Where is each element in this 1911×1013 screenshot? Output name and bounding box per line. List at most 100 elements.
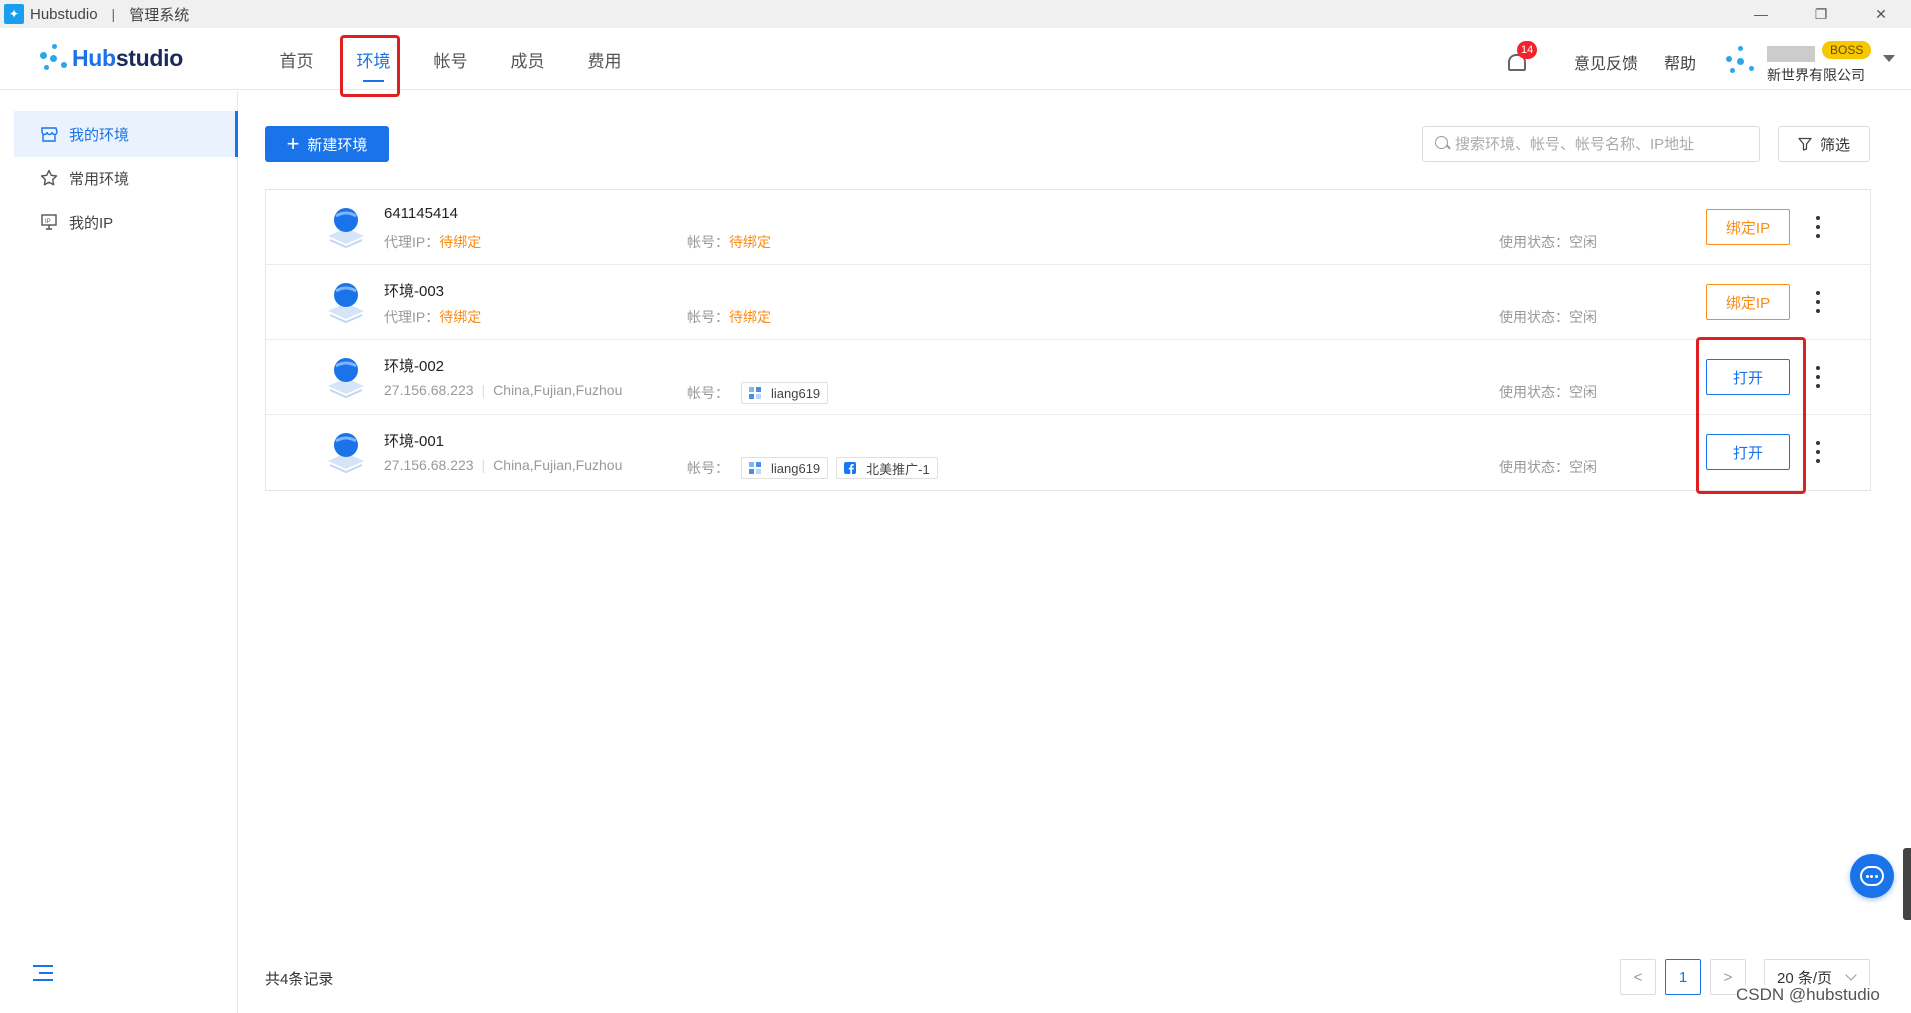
environment-row[interactable]: 环境-003 代理IP： 待绑定 帐号： 待绑定 使用状态：空闲 绑定IP	[266, 265, 1870, 340]
sidebar-collapse-icon[interactable]	[33, 965, 53, 981]
environment-list: 641145414 代理IP： 待绑定 帐号： 待绑定 使用状态：空闲 绑定IP 环…	[265, 189, 1871, 491]
watermark: CSDN @hubstudio	[1736, 985, 1880, 1005]
user-menu-caret-icon[interactable]	[1883, 55, 1895, 62]
chat-support-button[interactable]	[1850, 854, 1894, 898]
proxy-pending: 待绑定	[439, 234, 482, 250]
filter-button[interactable]: 筛选	[1778, 126, 1870, 162]
chat-bubble-icon	[1860, 866, 1884, 886]
hubstudio-logo[interactable]: Hubstudio	[38, 42, 183, 74]
environment-name: 环境-003	[384, 283, 445, 300]
nav-annotation-box	[340, 35, 400, 97]
notification-bell-icon[interactable]: 14	[1505, 41, 1538, 76]
environment-name: 环境-002	[384, 358, 445, 375]
proxy-info: 27.156.68.223 | China,Fujian,Fuzhou	[384, 457, 623, 473]
title-separator: |	[111, 6, 116, 22]
logo-network-icon	[38, 42, 70, 74]
filter-label: 筛选	[1819, 136, 1850, 154]
account-tag[interactable]: liang619	[741, 382, 829, 404]
environment-row[interactable]: 641145414 代理IP： 待绑定 帐号： 待绑定 使用状态：空闲 绑定IP	[266, 190, 1870, 265]
more-options-icon[interactable]	[1814, 216, 1822, 238]
usage-status: 使用状态：空闲	[1499, 234, 1597, 250]
search-box[interactable]	[1422, 126, 1760, 162]
account-tag[interactable]: liang619	[741, 457, 829, 479]
usage-status: 使用状态：空闲	[1499, 384, 1597, 400]
proxy-ip: 27.156.68.223	[384, 457, 474, 473]
browser-globe-icon	[328, 358, 364, 399]
new-environment-label: 新建环境	[307, 136, 368, 154]
environment-name: 641145414	[384, 205, 458, 222]
user-avatar[interactable]	[1722, 42, 1758, 78]
window-titlebar: ✦ Hubstudio | 管理系统 — ❐ ✕	[0, 0, 1911, 28]
proxy-location: China,Fujian,Fuzhou	[493, 457, 623, 473]
account-grid-icon	[749, 462, 761, 474]
minimize-button[interactable]: —	[1731, 0, 1791, 28]
account-pending: 待绑定	[729, 309, 771, 325]
bind-ip-button[interactable]: 绑定IP	[1706, 284, 1790, 320]
more-options-icon[interactable]	[1814, 441, 1822, 463]
help-link[interactable]: 帮助	[1664, 50, 1696, 74]
main-nav: 首页 环境 帐号 成员 费用	[258, 28, 643, 90]
sidebar-item-label: 常用环境	[69, 170, 130, 188]
account-info: 帐号： liang619 北美推广-1	[687, 457, 946, 479]
sidebar-item-label: 我的IP	[69, 214, 114, 232]
proxy-info: 代理IP： 待绑定	[384, 309, 482, 325]
ip-monitor-icon: IP	[39, 212, 59, 232]
environment-row[interactable]: 环境-001 27.156.68.223 | China,Fujian,Fuzhou…	[266, 415, 1870, 490]
sidebar-item-my-ip[interactable]: IP 我的IP	[14, 199, 238, 245]
usage-status: 使用状态：空闲	[1499, 459, 1597, 475]
bind-ip-button[interactable]: 绑定IP	[1706, 209, 1790, 245]
nav-billing[interactable]: 费用	[566, 28, 643, 90]
environment-row[interactable]: 环境-002 27.156.68.223 | China,Fujian,Fuzhou…	[266, 340, 1870, 415]
star-icon	[39, 168, 59, 188]
total-records: 共4条记录	[265, 971, 334, 988]
environment-name: 环境-001	[384, 433, 445, 450]
proxy-info: 代理IP： 待绑定	[384, 234, 482, 250]
sidebar: 我的环境 常用环境 IP 我的IP	[0, 91, 238, 1013]
app-name: Hubstudio	[30, 5, 98, 23]
browser-globe-icon	[328, 433, 364, 474]
account-info: 帐号： liang619	[687, 382, 836, 404]
account-grid-icon	[749, 387, 761, 399]
plus-icon: +	[286, 131, 300, 156]
more-options-icon[interactable]	[1814, 291, 1822, 313]
notification-badge: 14	[1517, 41, 1538, 59]
user-name-redacted	[1767, 46, 1815, 62]
filter-icon	[1798, 137, 1812, 151]
restore-button[interactable]: ❐	[1791, 0, 1851, 28]
chevron-down-icon	[1845, 969, 1857, 981]
feedback-link[interactable]: 意见反馈	[1574, 50, 1638, 74]
logo-text: Hubstudio	[72, 44, 184, 71]
account-tag[interactable]: 北美推广-1	[836, 457, 938, 479]
nav-accounts[interactable]: 帐号	[412, 28, 489, 90]
proxy-ip: 27.156.68.223	[384, 382, 474, 398]
nav-home[interactable]: 首页	[258, 28, 335, 90]
account-info: 帐号： 待绑定	[687, 234, 771, 250]
company-name: 新世界有限公司	[1767, 67, 1865, 83]
sidebar-item-my-environments[interactable]: 我的环境	[14, 111, 238, 157]
proxy-pending: 待绑定	[439, 309, 482, 325]
account-info: 帐号： 待绑定	[687, 309, 771, 325]
search-icon	[1435, 136, 1451, 152]
search-input[interactable]	[1455, 135, 1759, 153]
close-button[interactable]: ✕	[1851, 0, 1911, 28]
side-drawer-handle[interactable]	[1903, 848, 1911, 920]
facebook-icon	[844, 462, 857, 474]
browser-globe-icon	[328, 283, 364, 324]
more-options-icon[interactable]	[1814, 366, 1822, 388]
browser-globe-icon	[328, 208, 364, 249]
proxy-location: China,Fujian,Fuzhou	[493, 382, 623, 398]
page-1-button[interactable]: 1	[1665, 959, 1701, 995]
svg-text:IP: IP	[45, 219, 51, 225]
sidebar-item-frequent-environments[interactable]: 常用环境	[14, 155, 238, 201]
new-environment-button[interactable]: + 新建环境	[265, 126, 389, 162]
role-badge: BOSS	[1822, 41, 1872, 59]
shop-icon	[39, 124, 59, 144]
app-subtitle: 管理系统	[129, 6, 190, 24]
prev-page-button[interactable]: <	[1620, 959, 1656, 995]
account-pending: 待绑定	[729, 234, 771, 250]
sidebar-item-label: 我的环境	[69, 126, 130, 144]
nav-members[interactable]: 成员	[489, 28, 566, 90]
usage-status: 使用状态：空闲	[1499, 309, 1597, 325]
proxy-info: 27.156.68.223 | China,Fujian,Fuzhou	[384, 382, 623, 398]
open-buttons-annotation-box	[1696, 337, 1806, 494]
